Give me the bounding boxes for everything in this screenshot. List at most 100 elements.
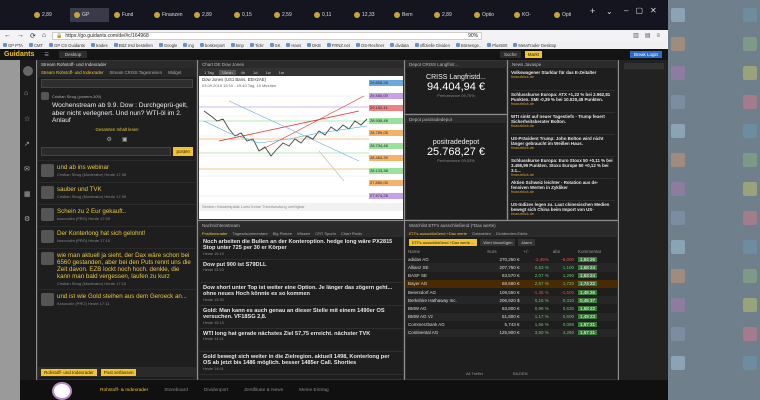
post-input[interactable] xyxy=(41,146,172,156)
watchlist-footer-item[interactable]: All Treffer xyxy=(466,371,483,376)
avatar[interactable] xyxy=(41,251,54,265)
table-row[interactable]: Beiersdorf AG 109,550 € -1,35 % -1,500 1,48 … xyxy=(406,288,617,296)
watchlist-tab[interactable]: Goldaktien xyxy=(472,231,491,236)
desktop-shortcut-icon[interactable] xyxy=(671,356,685,370)
stream-channel-button[interactable]: Rohstoff- und Indexrader xyxy=(41,368,97,376)
feed-tab[interactable]: Chart Platin xyxy=(341,231,362,236)
star-rail-icon[interactable]: ☆ xyxy=(24,115,30,123)
bookmark-item[interactable]: Börsenge.. xyxy=(455,43,481,48)
desktop-shortcut-icon[interactable] xyxy=(743,356,757,370)
watchlist-header[interactable]: abs xyxy=(551,247,576,255)
chart-rail-icon[interactable]: ↗ xyxy=(24,140,30,148)
menu-icon[interactable]: ≡ xyxy=(656,33,660,39)
table-row[interactable]: adidas AG 270,250 € -2,45% -6,000 1,94 26 xyxy=(406,255,617,263)
bookmark-item[interactable]: divdata xyxy=(390,43,409,48)
bookmark-item[interactable]: ing xyxy=(183,43,194,48)
sidebar-icon[interactable]: ▤ xyxy=(645,32,651,39)
bookmark-item[interactable]: FRNZ.net xyxy=(326,43,350,48)
chart-plot[interactable] xyxy=(199,81,369,211)
desktop-shortcut-icon[interactable] xyxy=(671,298,685,312)
desktop-shortcut-icon[interactable] xyxy=(671,66,685,80)
desktop-shortcut-icon[interactable] xyxy=(743,298,757,312)
avatar[interactable] xyxy=(41,163,54,177)
table-row[interactable]: Continental AG 125,900 €3,50 % 4,260 1,67 2… xyxy=(406,328,617,338)
bookmark-item[interactable]: EBZ trsd bestellen xyxy=(113,43,153,48)
browser-tab[interactable]: 2,89 xyxy=(430,8,469,22)
desktop-shortcut-icon[interactable] xyxy=(743,8,757,22)
back-icon[interactable]: ← xyxy=(4,32,11,39)
chart-timeframe-tab[interactable]: 1d xyxy=(250,70,260,75)
bookmark-item[interactable]: CMT xyxy=(28,43,43,48)
desktop-shortcut-icon[interactable] xyxy=(671,8,685,22)
avatar[interactable] xyxy=(41,229,54,243)
bookmark-item[interactable]: Tickr xyxy=(249,43,264,48)
table-row[interactable]: Allianz SE 207,750 €0,53 % 1,100 1,68 24 xyxy=(406,263,617,272)
avatar[interactable] xyxy=(41,207,54,221)
watchlist-header[interactable]: +/- xyxy=(521,247,550,255)
bookmark-item[interactable]: boskerport xyxy=(199,43,225,48)
compose-post-button[interactable]: Post verfassen xyxy=(100,368,137,376)
bookmark-item[interactable]: Google xyxy=(158,43,177,48)
desktop-shortcut-icon[interactable] xyxy=(671,95,685,109)
new-tab-button[interactable]: + xyxy=(590,6,600,20)
minimize-icon[interactable]: – xyxy=(624,6,628,18)
news-item[interactable]: US-Präsident Trump: John Bolton wird nic… xyxy=(511,135,615,157)
library-icon[interactable]: ▥ xyxy=(633,32,639,39)
desktop-shortcut-icon[interactable] xyxy=(671,327,685,341)
table-row[interactable]: BASF SE 63,570 € 2,07 % 1,290 1,83 24 xyxy=(406,272,617,280)
stream-tab[interactable]: Stream Rohstoff- und Indexrader xyxy=(41,70,104,75)
news-item[interactable]: US-Indizes legen zu. Laut chinesischen M… xyxy=(511,201,615,219)
guidants-logo[interactable]: Guidants xyxy=(4,51,34,58)
bookmark-item[interactable]: OS-Rechner xyxy=(355,43,384,48)
bookmark-item[interactable]: trades xyxy=(90,43,108,48)
news-item[interactable]: Volkswagener Starklar für das E-Zeitalte… xyxy=(511,69,615,91)
browser-tab[interactable]: KO- xyxy=(510,8,549,22)
chart-timeframe-tab[interactable]: 10min xyxy=(218,69,236,75)
login-button[interactable]: Break Login xyxy=(629,51,662,58)
desktop-shortcut-icon[interactable] xyxy=(671,153,685,167)
table-row[interactable]: Berkshire Hathaway Inc. 206,920 $0,15 % 0,… xyxy=(406,296,617,305)
browser-tab[interactable]: 0,11 xyxy=(310,8,349,22)
forward-icon[interactable]: → xyxy=(17,32,24,39)
desktop-shortcut-icon[interactable] xyxy=(671,211,685,225)
chart-timeframe-tab[interactable]: 1w xyxy=(263,70,274,75)
avatar[interactable] xyxy=(23,66,33,76)
feed-tab[interactable]: Big Picture xyxy=(273,231,292,236)
watchlist-header[interactable]: Kommentar xyxy=(576,247,617,255)
stream-tab[interactable]: Stream CRISS Tagesreisen xyxy=(110,70,162,75)
avatar[interactable] xyxy=(41,292,54,306)
desktop-shortcut-icon[interactable] xyxy=(743,240,757,254)
feed-item[interactable]: Noch arbeiten die Bullen an der Konterop… xyxy=(199,237,403,260)
watchlist-tab[interactable]: ETFs ausschließend +Dax werte xyxy=(409,231,467,236)
watchlist-subtab[interactable]: ETFs ausschließend +Dax werte ... xyxy=(409,238,478,246)
bottom-tab[interactable]: Dividenport xyxy=(204,388,228,393)
chart-timeframe-tab[interactable]: 1m xyxy=(276,70,288,75)
read-more-link[interactable]: Gesamten Inhalt lesen xyxy=(41,127,193,132)
news-item[interactable]: Schlusskurse Europa: Euro Stoxx 50 +0,11… xyxy=(511,157,615,179)
bottom-tab[interactable]: Storeboard xyxy=(164,388,188,393)
calendar-rail-icon[interactable]: ▦ xyxy=(24,190,31,198)
desktop-shortcut-icon[interactable] xyxy=(671,124,685,138)
tab-list-icon[interactable]: ⌄ xyxy=(606,7,618,19)
stream-tab[interactable]: Widget xyxy=(168,70,181,75)
feed-tab[interactable]: Wissen xyxy=(297,231,310,236)
bookmark-item[interactable]: MetaTrader Desktop xyxy=(513,43,556,48)
feed-item[interactable]: Gold bewegt sich weiter in die Zielregio… xyxy=(199,352,403,375)
table-row[interactable]: BMW AG Vz 51,800 €1,17 % 0,600 1,49 23 xyxy=(406,312,617,321)
maximize-icon[interactable]: ▢ xyxy=(635,6,643,18)
search-button[interactable]: Suche xyxy=(499,51,521,58)
bottom-tab[interactable]: Rohstoff- & Indexrader xyxy=(100,388,148,393)
feed-tab[interactable]: Positionsrader xyxy=(202,231,228,236)
browser-tab[interactable]: 2,59 xyxy=(270,8,309,22)
bookmark-item[interactable]: bmp xyxy=(230,43,244,48)
watchlist-subtab[interactable]: Alarm xyxy=(518,238,535,246)
bottom-tab[interactable]: Zertifikate & News xyxy=(244,388,283,393)
news-item[interactable]: Schlusskurse Europa: ATX +1,22 % bei 2.9… xyxy=(511,91,615,113)
feed-item[interactable]: Dow short unter Top ist weiter eine Opti… xyxy=(199,283,403,306)
menu-icon-guidants[interactable]: ☰ xyxy=(44,52,48,58)
desktop-tab[interactable]: Desktop xyxy=(58,51,88,58)
watchlist-header[interactable]: Kurs xyxy=(485,247,521,255)
table-row[interactable]: BMW AG 63,800 € 0,99 % 0,630 1,68 22 xyxy=(406,304,617,312)
watchlist-tab[interactable]: Dividenden-Edels xyxy=(496,231,527,236)
bottom-tab[interactable]: Meine Eintrag xyxy=(299,388,329,393)
